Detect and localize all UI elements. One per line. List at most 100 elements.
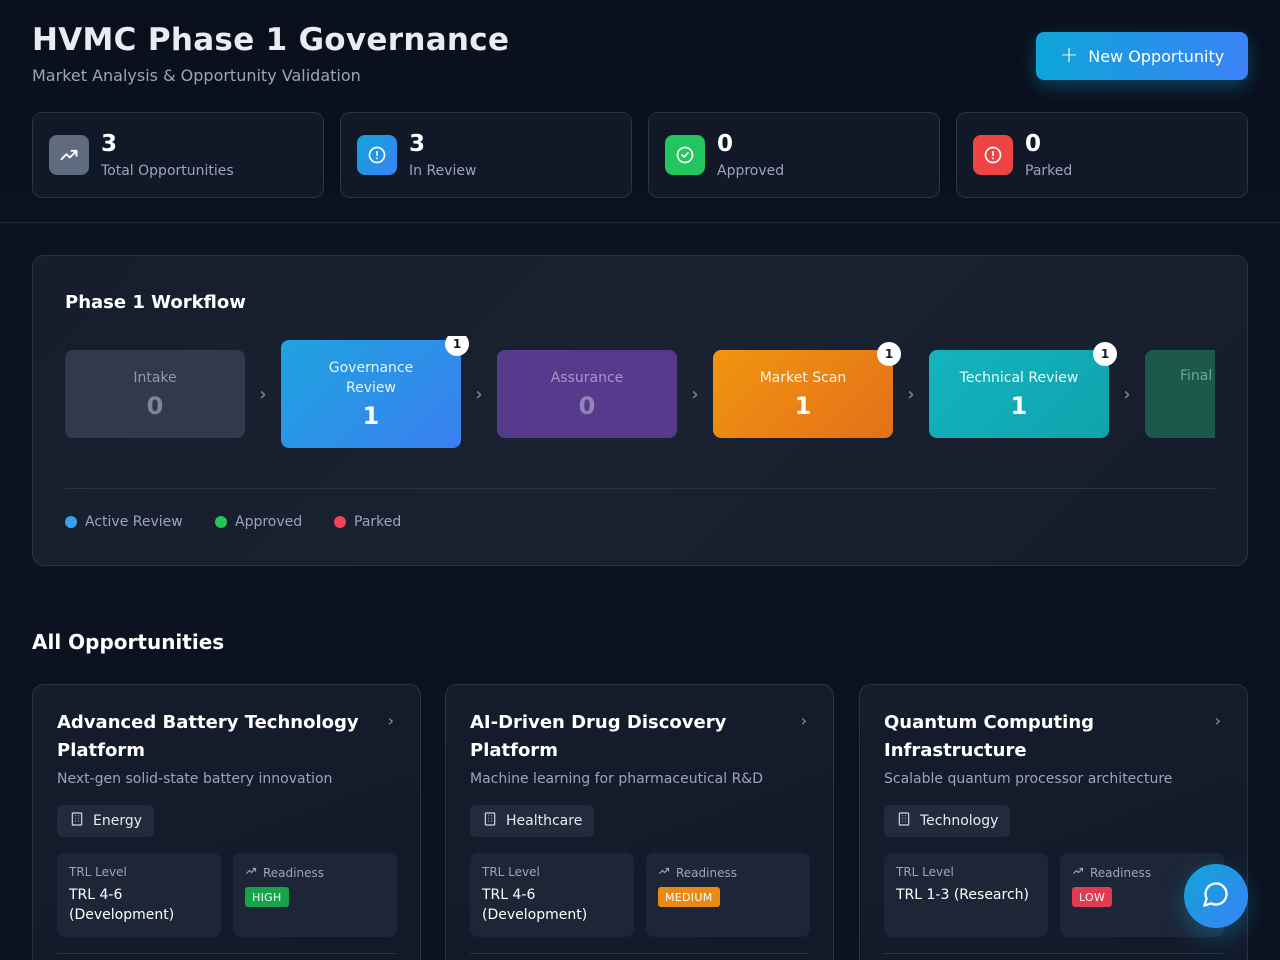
opportunity-description: Next-gen solid-state battery innovation <box>57 771 333 787</box>
legend-dot <box>334 516 346 528</box>
sector-tag: Energy <box>57 805 155 837</box>
workflow-divider <box>65 488 1215 489</box>
stat-value: 3 <box>101 131 118 157</box>
opportunity-description: Scalable quantum processor architecture <box>884 771 1173 787</box>
stage-count: 1 <box>362 402 380 430</box>
stage-technical-review[interactable]: Technical Review 1 1 <box>929 342 1117 438</box>
stage-intake[interactable]: Intake 0 <box>65 350 245 438</box>
stage-count: 0 <box>578 392 596 420</box>
building-icon <box>69 811 85 831</box>
stage-badge: 1 <box>877 342 901 366</box>
workflow-stages: Intake 0 › Governance Review 1 1 › Assur… <box>65 336 1215 456</box>
trl-label: TRL Level <box>896 865 954 879</box>
trending-up-icon <box>245 865 257 880</box>
chat-bubble-icon <box>1202 880 1230 912</box>
readiness-box: Readiness MEDIUM <box>646 853 810 937</box>
readiness-box: Readiness HIGH <box>233 853 397 937</box>
stat-value: 0 <box>717 131 734 157</box>
building-icon <box>896 811 912 831</box>
legend-parked: Parked <box>334 514 401 530</box>
stage-name: Technical Review <box>959 370 1079 386</box>
stat-card-total: 3 Total Opportunities <box>32 112 324 198</box>
trl-box: TRL Level TRL 4-6 (Development) <box>470 853 634 937</box>
stat-label: Parked <box>1025 163 1073 179</box>
chevron-right-icon: › <box>259 383 267 405</box>
page-title: HVMC Phase 1 Governance <box>32 22 510 58</box>
stat-label: In Review <box>409 163 477 179</box>
stat-card-in-review: 3 In Review <box>340 112 632 198</box>
chevron-right-icon: › <box>475 383 483 405</box>
sector-tag: Technology <box>884 805 1011 837</box>
legend-label: Active Review <box>85 514 183 530</box>
workflow-title: Phase 1 Workflow <box>65 292 246 313</box>
trl-box: TRL Level TRL 4-6 (Development) <box>57 853 221 937</box>
stage-assurance[interactable]: Assurance 0 <box>497 350 677 438</box>
chevron-right-icon: › <box>387 711 394 730</box>
readiness-label: Readiness <box>1090 865 1151 880</box>
card-divider <box>884 953 1223 954</box>
sector-tag: Healthcare <box>470 805 595 837</box>
new-opportunity-label: New Opportunity <box>1088 46 1225 66</box>
chevron-right-icon: › <box>800 711 807 730</box>
stat-card-approved: 0 Approved <box>648 112 940 198</box>
chevron-right-icon: › <box>1214 711 1221 730</box>
chevron-right-icon: › <box>907 383 915 405</box>
trl-value: TRL 1-3 (Research) <box>896 887 1029 903</box>
opportunity-card[interactable]: Quantum Computing Infrastructure › Scala… <box>859 684 1248 960</box>
opportunity-card[interactable]: Advanced Battery Technology Platform › N… <box>32 684 421 960</box>
stage-count: 1 <box>1010 392 1028 420</box>
readiness-label: Readiness <box>263 865 324 880</box>
sector-label: Technology <box>920 813 999 829</box>
readiness-label: Readiness <box>676 865 737 880</box>
stage-badge: 1 <box>445 336 469 356</box>
trending-up-icon <box>1072 865 1084 880</box>
stage-badge: 1 <box>1093 342 1117 366</box>
stage-governance-review[interactable]: Governance Review 1 1 <box>281 336 469 448</box>
stage-final[interactable]: Final <box>1145 350 1215 438</box>
trl-value: TRL 4-6 (Development) <box>482 887 588 923</box>
alert-circle-icon <box>357 135 397 175</box>
stage-name: Governance Review <box>328 360 414 396</box>
opportunity-title: Advanced Battery Technology Platform <box>57 712 359 761</box>
sector-label: Energy <box>93 813 143 829</box>
chevron-right-icon: › <box>1123 383 1131 405</box>
trending-up-icon <box>49 135 89 175</box>
new-opportunity-button[interactable]: + New Opportunity <box>1036 32 1248 80</box>
opportunity-title: Quantum Computing Infrastructure <box>884 712 1095 761</box>
plus-icon: + <box>1059 43 1079 68</box>
legend-dot <box>65 516 77 528</box>
legend-dot <box>215 516 227 528</box>
readiness-badge: LOW <box>1072 887 1113 907</box>
trl-label: TRL Level <box>482 865 540 879</box>
opportunity-title: AI-Driven Drug Discovery Platform <box>470 712 727 761</box>
stat-value: 3 <box>409 131 426 157</box>
workflow-panel: Phase 1 Workflow Intake 0 › Governance R… <box>32 255 1248 566</box>
stage-name: Market Scan <box>759 370 847 386</box>
opportunity-card[interactable]: AI-Driven Drug Discovery Platform › Mach… <box>445 684 834 960</box>
chat-button[interactable] <box>1184 864 1248 928</box>
stage-market-scan[interactable]: Market Scan 1 1 <box>713 342 901 438</box>
legend-active-review: Active Review <box>65 514 183 530</box>
readiness-badge: HIGH <box>245 887 289 907</box>
building-icon <box>482 811 498 831</box>
stage-count: 1 <box>794 392 812 420</box>
opportunities-section-title: All Opportunities <box>32 630 225 654</box>
stat-value: 0 <box>1025 131 1042 157</box>
legend-approved: Approved <box>215 514 302 530</box>
stat-label: Total Opportunities <box>101 163 234 179</box>
card-divider <box>470 953 809 954</box>
readiness-badge: MEDIUM <box>658 887 720 907</box>
stage-name: Intake <box>133 370 177 386</box>
trl-value: TRL 4-6 (Development) <box>69 887 175 923</box>
stage-name: Final <box>1180 368 1213 384</box>
legend-label: Parked <box>354 514 402 530</box>
check-circle-icon <box>665 135 705 175</box>
trl-label: TRL Level <box>69 865 127 879</box>
trending-up-icon <box>658 865 670 880</box>
stat-label: Approved <box>717 163 785 179</box>
stat-card-parked: 0 Parked <box>956 112 1248 198</box>
chevron-right-icon: › <box>691 383 699 405</box>
trl-box: TRL Level TRL 1-3 (Research) <box>884 853 1048 937</box>
card-divider <box>57 953 396 954</box>
legend-label: Approved <box>235 514 303 530</box>
